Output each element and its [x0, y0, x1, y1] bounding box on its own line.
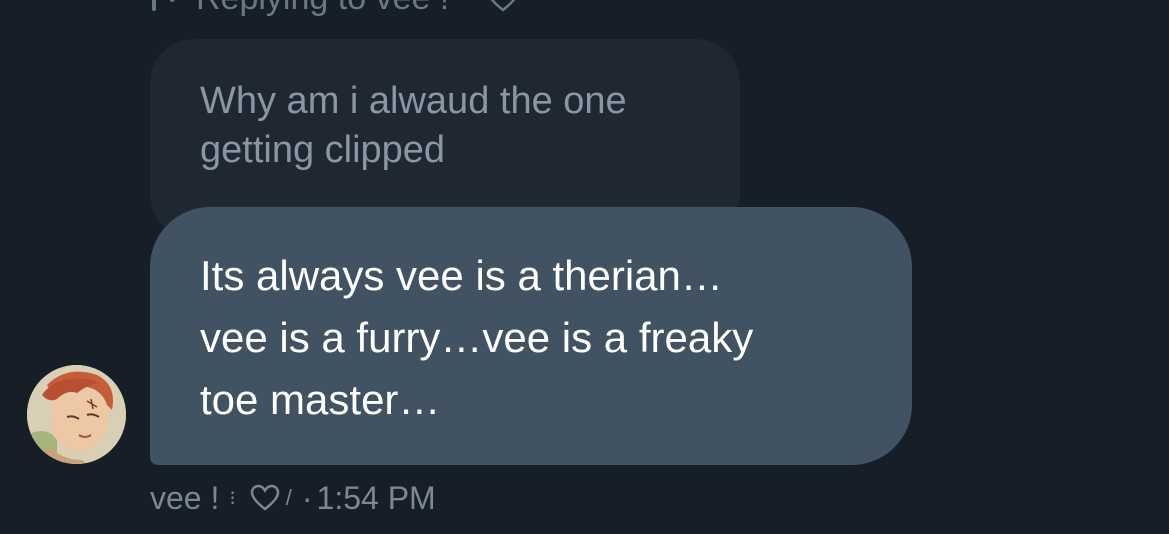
message-bubble[interactable]: Its always vee is a therian… vee is a fu… [150, 207, 912, 465]
timestamp: 1:54 PM [316, 479, 436, 516]
reply-header-text: Replying to vee ! [196, 0, 449, 18]
quoted-message-text: Why am i alwaud the one getting clipped [200, 80, 627, 171]
sender-name[interactable]: vee ! [150, 480, 219, 517]
reply-arrow-icon [152, 0, 176, 11]
reply-header[interactable]: Replying to vee ! [150, 0, 519, 18]
message-text: Its always vee is a therian… vee is a fu… [200, 252, 754, 423]
reply-heart-icon [491, 0, 516, 12]
separator: ⁝ [229, 487, 236, 510]
user-avatar-image [27, 365, 126, 464]
slash-separator: / [285, 485, 292, 510]
dot-separator: · [301, 479, 313, 516]
heart-outline-icon[interactable] [250, 484, 280, 512]
message-footer: vee ! ⁝ / · 1:54 PM [150, 478, 436, 518]
avatar[interactable] [27, 365, 126, 464]
